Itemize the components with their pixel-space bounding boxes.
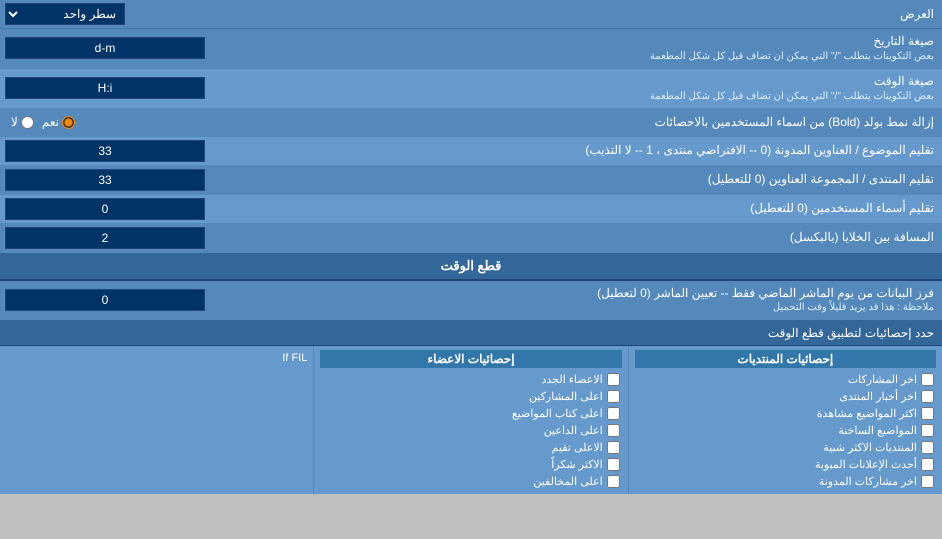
stats-item: الاعلى تقيم — [320, 439, 621, 456]
date-format-row: صيغة التاريخ بعض التكوينات يتطلب "/" الت… — [0, 29, 942, 69]
stats-item: اعلى المشاركين — [320, 388, 621, 405]
topics-sort-input[interactable] — [5, 140, 205, 162]
date-format-input-cell — [0, 34, 260, 62]
bold-remove-radio-group: نعم لا — [5, 113, 81, 131]
cut-time-row: فرز البيانات من يوم الماشر الماضي فقط --… — [0, 281, 942, 321]
stats-col-forums-title: إحصائيات المنتديات — [635, 350, 936, 368]
stat-checkbox[interactable] — [921, 390, 934, 403]
forum-sort-input-cell — [0, 166, 260, 194]
stat-checkbox[interactable] — [607, 373, 620, 386]
date-format-input[interactable] — [5, 37, 205, 59]
stats-item: المنتديات الاكثر شبية — [635, 439, 936, 456]
cell-spacing-row: المسافة بين الخلايا (بالبكسل) — [0, 224, 942, 253]
stats-item: اخر أخبار المنتدى — [635, 388, 936, 405]
stats-item: الاكثر شكراً — [320, 456, 621, 473]
forum-sort-row: تقليم المنتدى / المجموعة العناوين (0 للت… — [0, 166, 942, 195]
stat-checkbox[interactable] — [607, 441, 620, 454]
stats-item: اعلى كتاب المواضيع — [320, 405, 621, 422]
stats-item: اكثر المواضيع مشاهدة — [635, 405, 936, 422]
forum-sort-input[interactable] — [5, 169, 205, 191]
time-format-input-cell — [0, 74, 260, 102]
stats-item: المواضيع الساخنة — [635, 422, 936, 439]
cell-spacing-input[interactable] — [5, 227, 205, 249]
display-input-cell: سطر واحد سطرين ثلاثة أسطر — [0, 0, 260, 28]
stats-item: أحدث الإعلانات المبوبة — [635, 456, 936, 473]
bold-remove-row: إزالة نمط بولد (Bold) من اسماء المستخدمي… — [0, 109, 942, 137]
time-format-input[interactable] — [5, 77, 205, 99]
users-sort-input-cell — [0, 195, 260, 223]
bold-remove-input-cell: نعم لا — [0, 110, 260, 134]
cut-time-input-cell — [0, 286, 260, 314]
cut-time-section-header: قطع الوقت — [0, 253, 942, 281]
topics-sort-label: تقليم الموضوع / العناوين المدونة (0 -- ا… — [260, 138, 942, 163]
topics-sort-input-cell — [0, 137, 260, 165]
stat-checkbox[interactable] — [607, 475, 620, 488]
bold-yes-radio[interactable] — [62, 116, 75, 129]
bold-no-label[interactable]: لا — [11, 115, 34, 129]
bold-no-radio[interactable] — [21, 116, 34, 129]
display-row: العرض سطر واحد سطرين ثلاثة أسطر — [0, 0, 942, 29]
stats-cols: إحصائيات المنتديات اخر المشاركات اخر أخب… — [0, 346, 942, 494]
time-format-row: صيغة الوقت بعض التكوينات يتطلب "/" التي … — [0, 69, 942, 109]
stat-checkbox[interactable] — [921, 441, 934, 454]
bold-yes-label[interactable]: نعم — [42, 115, 75, 129]
stat-checkbox[interactable] — [607, 390, 620, 403]
stat-checkbox[interactable] — [921, 407, 934, 420]
cut-time-input[interactable] — [5, 289, 205, 311]
cut-time-label: فرز البيانات من يوم الماشر الماضي فقط --… — [260, 281, 942, 320]
stats-col-extra: If FIL — [0, 346, 313, 494]
stats-header-row: حدد إحصائيات لتطبيق قطع الوقت — [0, 320, 942, 346]
forum-sort-label: تقليم المنتدى / المجموعة العناوين (0 للت… — [260, 167, 942, 192]
cell-spacing-input-cell — [0, 224, 260, 252]
stats-item: اعلى المخالفين — [320, 473, 621, 490]
stat-checkbox[interactable] — [921, 475, 934, 488]
stats-item: اخر المشاركات — [635, 371, 936, 388]
stat-checkbox[interactable] — [921, 424, 934, 437]
main-container: العرض سطر واحد سطرين ثلاثة أسطر صيغة الت… — [0, 0, 942, 494]
date-format-label: صيغة التاريخ بعض التكوينات يتطلب "/" الت… — [260, 29, 942, 68]
time-format-label: صيغة الوقت بعض التكوينات يتطلب "/" التي … — [260, 69, 942, 108]
stats-item: اعلى الداعين — [320, 422, 621, 439]
if-fil-text: If FIL — [282, 352, 307, 364]
stats-item: اخر مشاركات المدونة — [635, 473, 936, 490]
cell-spacing-label: المسافة بين الخلايا (بالبكسل) — [260, 225, 942, 250]
users-sort-label: تقليم أسماء المستخدمين (0 للتعطيل) — [260, 196, 942, 221]
bold-remove-label: إزالة نمط بولد (Bold) من اسماء المستخدمي… — [260, 110, 942, 135]
stat-checkbox[interactable] — [921, 373, 934, 386]
stat-checkbox[interactable] — [607, 458, 620, 471]
stat-checkbox[interactable] — [921, 458, 934, 471]
stat-checkbox[interactable] — [607, 424, 620, 437]
users-sort-row: تقليم أسماء المستخدمين (0 للتعطيل) — [0, 195, 942, 224]
stats-item: الاعضاء الجدد — [320, 371, 621, 388]
stats-col-forums: إحصائيات المنتديات اخر المشاركات اخر أخب… — [628, 346, 942, 494]
stats-col-members: إحصائيات الاعضاء الاعضاء الجدد اعلى المش… — [313, 346, 627, 494]
stats-col-members-title: إحصائيات الاعضاء — [320, 350, 621, 368]
display-label: العرض — [260, 3, 942, 25]
users-sort-input[interactable] — [5, 198, 205, 220]
display-select[interactable]: سطر واحد سطرين ثلاثة أسطر — [5, 3, 125, 25]
topics-sort-row: تقليم الموضوع / العناوين المدونة (0 -- ا… — [0, 137, 942, 166]
stat-checkbox[interactable] — [607, 407, 620, 420]
stats-header-label: حدد إحصائيات لتطبيق قطع الوقت — [0, 323, 942, 343]
